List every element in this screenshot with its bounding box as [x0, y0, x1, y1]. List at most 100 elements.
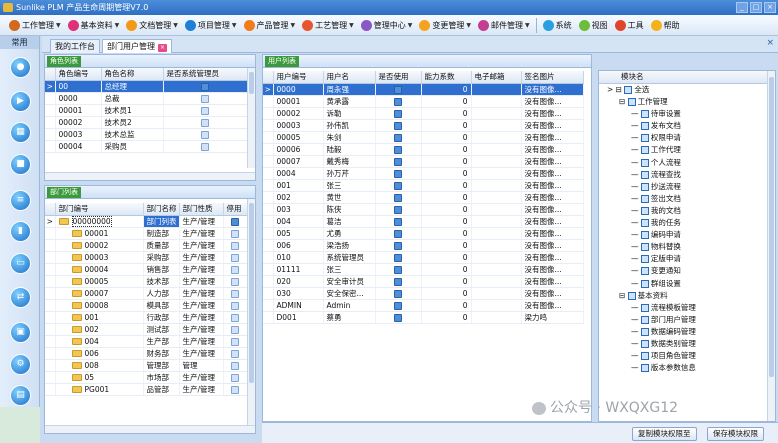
dept-row[interactable]: 00002 质量部 生产/管理 — [45, 239, 248, 252]
user-col-header[interactable]: 电子邮箱 — [471, 71, 522, 84]
module-checkbox[interactable] — [640, 194, 649, 203]
active-checkbox[interactable] — [394, 157, 402, 166]
role-col-header[interactable]: 角色编号 — [55, 68, 102, 81]
module-tree-node[interactable]: — 数据编码管理 — [599, 326, 767, 338]
active-checkbox[interactable] — [394, 217, 402, 226]
dept-row[interactable]: 00004 销售部 生产/管理 — [45, 263, 248, 276]
module-checkbox[interactable] — [640, 315, 649, 324]
user-row[interactable]: 001 张三 0 没有图像... — [263, 179, 584, 192]
admin-checkbox[interactable] — [201, 142, 209, 151]
copy-module-permission-button[interactable]: 复制模块权限至 — [632, 427, 697, 441]
expand-toggle-icon[interactable]: ⊟ — [619, 97, 628, 106]
module-tree-node[interactable]: — 群组设置 — [599, 278, 767, 290]
role-row[interactable]: 00001 技术员1 — [45, 104, 248, 117]
user-col-header[interactable]: 用户编号 — [273, 71, 324, 84]
menu-item-9[interactable]: 系统 — [540, 16, 575, 34]
dept-col-header[interactable]: 停用 — [223, 203, 248, 216]
dept-row[interactable]: 006 财务部 生产/管理 — [45, 347, 248, 360]
module-tree-node[interactable]: — 工作代理 — [599, 144, 767, 156]
active-checkbox[interactable] — [394, 313, 402, 322]
transfer-icon[interactable]: ⇄ — [10, 287, 31, 308]
disabled-checkbox[interactable] — [231, 241, 239, 250]
module-checkbox[interactable] — [627, 98, 636, 107]
disabled-checkbox[interactable] — [231, 289, 239, 298]
user-row[interactable]: 00002 诉勒 0 没有图像... — [263, 107, 584, 120]
user-row[interactable]: 01111 张三 0 没有图像... — [263, 263, 584, 276]
module-tree-node[interactable]: — 签出文档 — [599, 193, 767, 205]
module-checkbox[interactable] — [624, 86, 633, 94]
module-tree-node[interactable]: — 编码申请 — [599, 229, 767, 241]
user-row[interactable]: >0000 周永强 0 没有图像... — [263, 83, 584, 96]
user-row[interactable]: 004 葛洁 0 没有图像... — [263, 215, 584, 228]
role-row[interactable]: 00002 技术员2 — [45, 116, 248, 129]
doc-icon[interactable]: ▶ — [10, 91, 31, 112]
menu-item-2[interactable]: 文档管理 ▼ — [123, 16, 181, 34]
user-row[interactable]: 0004 孙万芹 0 没有图像... — [263, 167, 584, 180]
user-row[interactable]: 00007 戴秀梅 0 没有图像... — [263, 155, 584, 168]
list-icon[interactable]: ≡ — [10, 190, 31, 211]
dept-row[interactable]: 008 管理部 管理 — [45, 359, 248, 372]
disabled-checkbox[interactable] — [231, 385, 239, 394]
role-scrollbar[interactable] — [247, 68, 255, 168]
user-row[interactable]: 010 系统管理员 0 没有图像... — [263, 251, 584, 264]
module-checkbox[interactable] — [640, 364, 649, 373]
disabled-checkbox[interactable] — [231, 373, 239, 382]
active-checkbox[interactable] — [394, 97, 402, 106]
menu-item-11[interactable]: 工具 — [612, 16, 647, 34]
user-col-header[interactable]: 是否使用 — [375, 71, 422, 84]
module-checkbox[interactable] — [640, 206, 649, 215]
menu-item-1[interactable]: 基本资料 ▼ — [65, 16, 123, 34]
role-col-header[interactable]: 角色名称 — [101, 68, 164, 81]
active-checkbox[interactable] — [394, 121, 402, 130]
active-checkbox[interactable] — [394, 205, 402, 214]
active-checkbox[interactable] — [394, 181, 402, 190]
dept-row[interactable]: PG001 品管部 生产/管理 — [45, 383, 248, 396]
role-row[interactable]: >00 总经理 — [45, 80, 248, 93]
dept-scrollbar[interactable] — [247, 199, 255, 425]
tab-close-icon[interactable]: × — [158, 44, 167, 52]
user-row[interactable]: 020 安全审计员 0 没有图像... — [263, 275, 584, 288]
module-checkbox[interactable] — [640, 219, 649, 228]
dept-row[interactable]: 00001 制造部 生产/管理 — [45, 227, 248, 240]
save-module-permission-button[interactable]: 保存模块权限 — [707, 427, 764, 441]
trash-icon[interactable]: ▮ — [10, 221, 31, 242]
menu-item-7[interactable]: 变更管理 ▼ — [416, 16, 474, 34]
module-checkbox[interactable] — [640, 243, 649, 252]
module-checkbox[interactable] — [640, 327, 649, 336]
module-tree-node[interactable]: — 流程查找 — [599, 169, 767, 181]
module-tree-node[interactable]: — 部门用户管理 — [599, 314, 767, 326]
module-tree-node[interactable]: — 流程模板管理 — [599, 302, 767, 314]
module-checkbox[interactable] — [640, 231, 649, 240]
module-tree-node[interactable]: — 发布文档 — [599, 120, 767, 132]
dept-row[interactable]: 00007 人力部 生产/管理 — [45, 287, 248, 300]
disabled-checkbox[interactable] — [231, 253, 239, 262]
disabled-checkbox[interactable] — [231, 361, 239, 370]
module-checkbox[interactable] — [640, 170, 649, 179]
admin-checkbox[interactable] — [201, 118, 209, 127]
expand-toggle-icon[interactable]: ⊟ — [616, 85, 625, 94]
user-row[interactable]: 002 黄世 0 没有图像... — [263, 191, 584, 204]
menu-item-0[interactable]: 工作管理 ▼ — [6, 16, 64, 34]
active-checkbox[interactable] — [394, 193, 402, 202]
dept-row[interactable]: 004 生产部 生产/管理 — [45, 335, 248, 348]
dept-row[interactable]: 001 行政部 生产/管理 — [45, 311, 248, 324]
module-tree-node[interactable]: — 数据类别管理 — [599, 338, 767, 350]
close-all-icon[interactable]: × — [766, 38, 774, 48]
module-checkbox[interactable] — [640, 279, 649, 288]
dept-hscrollbar[interactable] — [45, 425, 255, 433]
module-checkbox[interactable] — [640, 122, 649, 131]
user-row[interactable]: 00006 陆毅 0 没有图像... — [263, 143, 584, 156]
active-checkbox[interactable] — [394, 145, 402, 154]
role-row[interactable]: 0000 总裁 — [45, 92, 248, 105]
module-tree-node[interactable]: — 权限申请 — [599, 132, 767, 144]
role-row[interactable]: 00004 采购员 — [45, 140, 248, 153]
building-icon[interactable]: ■ — [10, 154, 31, 175]
role-hscrollbar[interactable] — [45, 172, 255, 180]
user-row[interactable]: 003 陈侠 0 没有图像... — [263, 203, 584, 216]
dept-col-header[interactable]: 部门名称 — [143, 203, 180, 216]
module-checkbox[interactable] — [640, 303, 649, 312]
user-col-header[interactable]: 用户名 — [323, 71, 376, 84]
module-tree-node[interactable]: ⊟ 基本资料 — [599, 290, 767, 302]
active-checkbox[interactable] — [394, 241, 402, 250]
dept-col-header[interactable]: 部门性质 — [179, 203, 224, 216]
